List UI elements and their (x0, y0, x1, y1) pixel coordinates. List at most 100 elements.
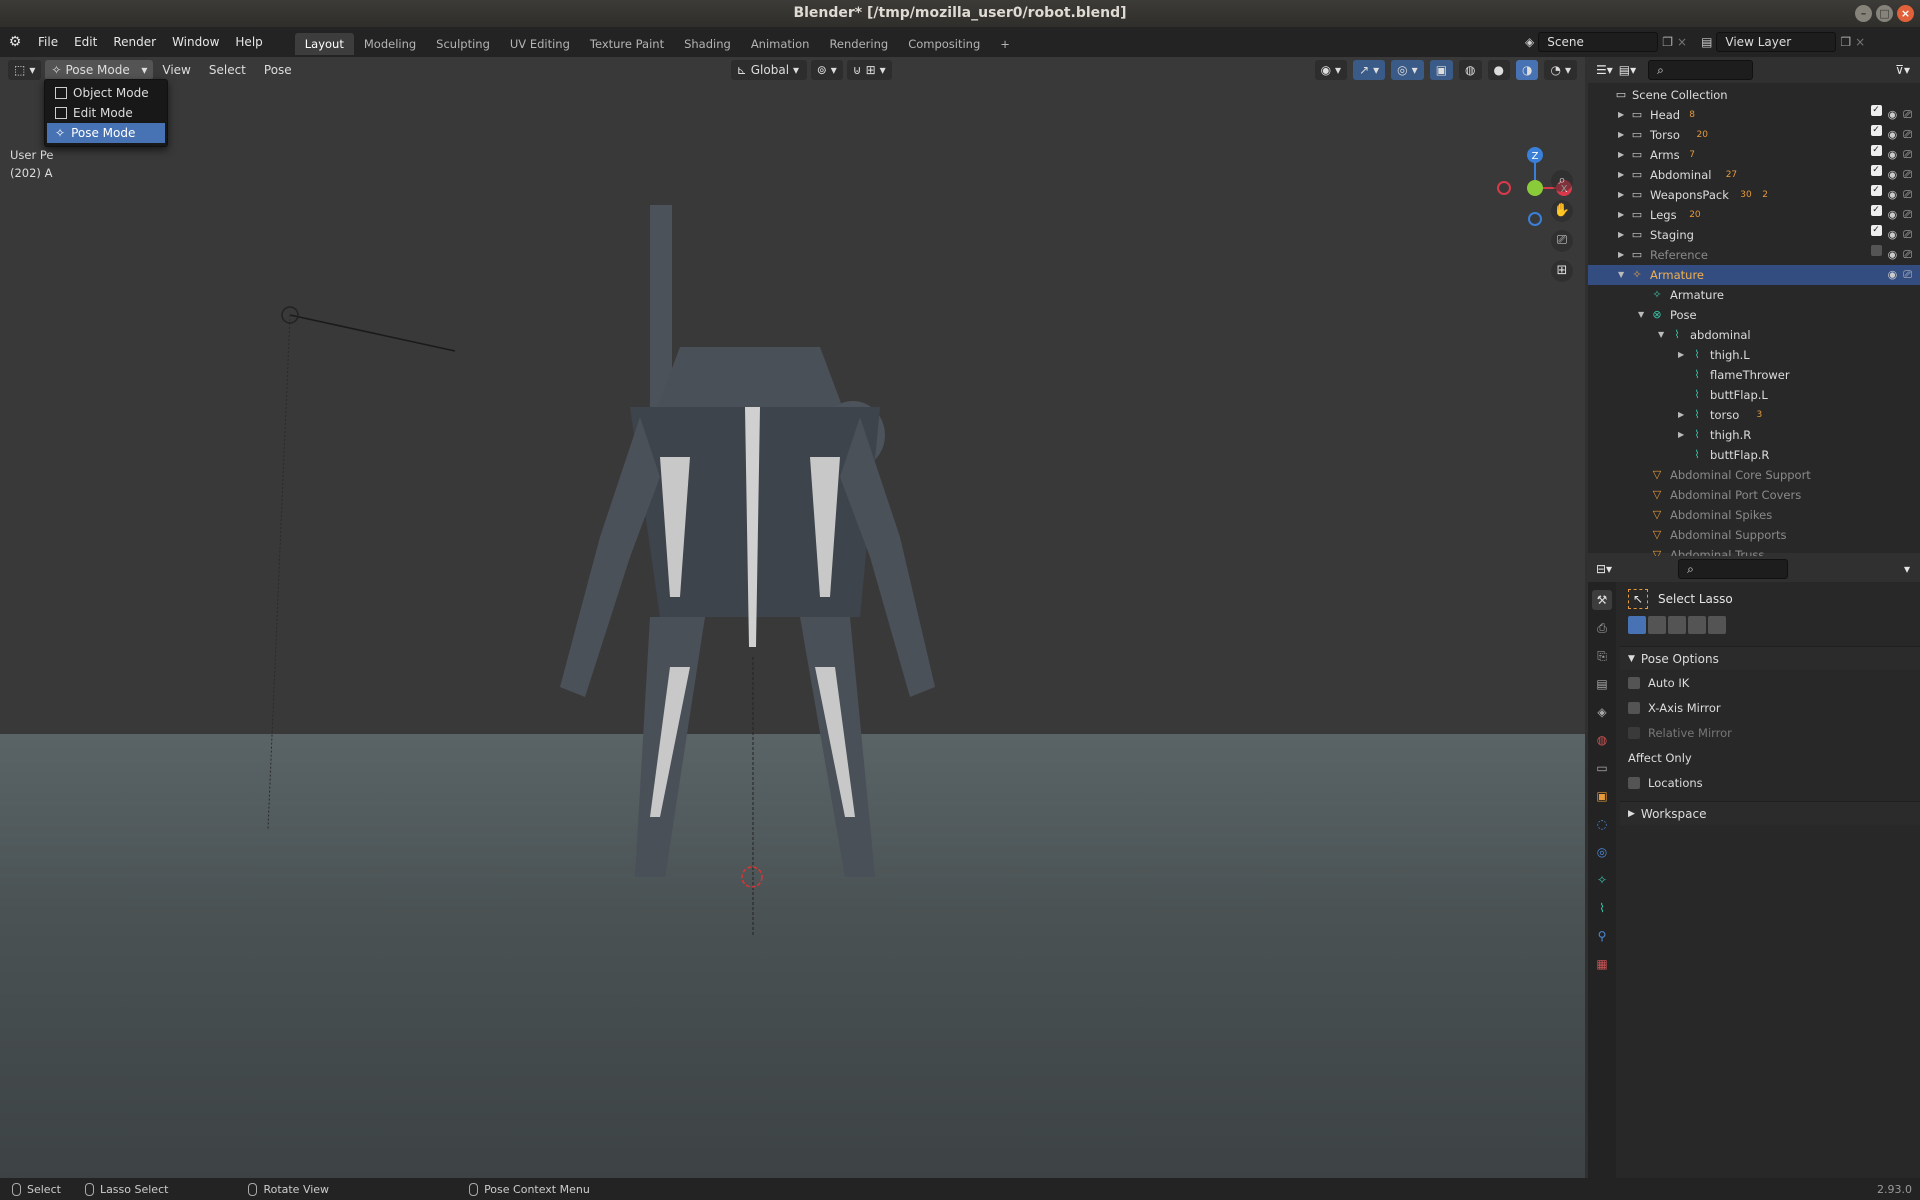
tab-shading[interactable]: Shading (674, 33, 741, 55)
exclude-checkbox[interactable]: ✓ (1870, 105, 1882, 116)
expand-right-icon[interactable]: ▶ (1678, 345, 1684, 365)
x-axis-mirror-row[interactable]: X-Axis Mirror (1620, 695, 1920, 720)
expand-right-icon[interactable]: ▶ (1618, 225, 1624, 245)
object-tab-icon[interactable]: ▣ (1592, 786, 1612, 806)
auto-ik-checkbox[interactable] (1628, 676, 1640, 689)
overlay-toggle[interactable]: ◎ ▾ (1391, 60, 1424, 80)
outliner-scene-collection[interactable]: ▭ Scene Collection (1588, 85, 1920, 105)
menu-select[interactable]: Select (200, 60, 255, 80)
outliner-row-abdominal-supports[interactable]: ▽ Abdominal Supports (1588, 525, 1920, 545)
xray-toggle[interactable]: ▣ (1429, 60, 1454, 80)
camera-icon[interactable]: ⎚ (1903, 245, 1912, 265)
menu-edit[interactable]: Edit (66, 32, 105, 52)
transform-orientation-dropdown[interactable]: ⊾ Global ▾ (730, 60, 807, 80)
menu-item-object-mode[interactable]: Object Mode (47, 83, 165, 103)
scene-selector[interactable]: Scene (1538, 32, 1659, 52)
outliner-row-buttflap-r[interactable]: ⌇ buttFlap.R (1588, 445, 1920, 465)
delete-scene-icon[interactable]: × (1677, 35, 1687, 49)
camera-icon[interactable]: ⎚ (1903, 165, 1912, 185)
menu-window[interactable]: Window (164, 32, 227, 52)
armature-data-tab-icon[interactable]: ✧ (1592, 870, 1612, 890)
output-tab-icon[interactable]: ⎘ (1592, 646, 1612, 666)
zoom-icon[interactable]: ⌕ (1551, 170, 1573, 192)
outliner-row-staging[interactable]: ▶ ▭ Staging ✓ ◉ ⎚ (1588, 225, 1920, 245)
menu-item-edit-mode[interactable]: Edit Mode (47, 103, 165, 123)
pivot-point-button[interactable]: ⊚ ▾ (810, 60, 843, 80)
exclude-checkbox[interactable]: ✓ (1870, 125, 1882, 136)
eye-icon[interactable]: ◉ (1888, 225, 1898, 245)
outliner-row-pose[interactable]: ▼ ⊗ Pose (1588, 305, 1920, 325)
exclude-checkbox[interactable]: ✓ (1870, 165, 1882, 176)
tool-tab-icon[interactable]: ⚒ (1592, 590, 1612, 610)
outliner-row-abdominal-spikes[interactable]: ▽ Abdominal Spikes (1588, 505, 1920, 525)
3d-viewport[interactable]: ⬚ ▾ ✧ Pose Mode ▾ View Select Pose ⊾ Glob… (0, 57, 1585, 1178)
outliner-editor-icon[interactable]: ☰▾ (1596, 63, 1613, 77)
tab-compositing[interactable]: Compositing (898, 33, 990, 55)
expand-right-icon[interactable]: ▶ (1678, 425, 1684, 445)
menu-view[interactable]: View (153, 60, 199, 80)
outliner-row-flamethrower[interactable]: ⌇ flameThrower (1588, 365, 1920, 385)
menu-render[interactable]: Render (105, 32, 164, 52)
tab-layout[interactable]: Layout (294, 33, 354, 55)
properties-search-input[interactable]: ⌕ (1678, 559, 1789, 579)
close-button[interactable]: × (1897, 5, 1914, 22)
blender-logo-icon[interactable]: ⚙ (0, 34, 30, 50)
physics-tab-icon[interactable]: ◎ (1592, 842, 1612, 862)
expand-right-icon[interactable]: ▶ (1618, 185, 1624, 205)
solid-shading[interactable]: ● (1487, 60, 1510, 80)
camera-icon[interactable]: ⎚ (1903, 105, 1912, 125)
auto-ik-row[interactable]: Auto IK (1620, 670, 1920, 695)
eye-icon[interactable]: ◉ (1888, 245, 1898, 265)
select-intersect-icon[interactable] (1708, 616, 1726, 634)
scene-icon[interactable]: ◈ (1525, 35, 1534, 49)
minimize-button[interactable]: – (1855, 5, 1872, 22)
camera-icon[interactable]: ⎚ (1903, 225, 1912, 245)
expand-right-icon[interactable]: ▶ (1618, 105, 1624, 125)
3d-cursor[interactable] (741, 866, 763, 888)
maximize-button[interactable]: □ (1876, 5, 1893, 22)
outliner-search-input[interactable]: ⌕ (1648, 60, 1754, 80)
display-mode-icon[interactable]: ▤▾ (1619, 63, 1636, 77)
tab-animation[interactable]: Animation (741, 33, 820, 55)
select-subtract-icon[interactable] (1668, 616, 1686, 634)
eye-icon[interactable]: ◉ (1888, 125, 1898, 145)
outliner-row-reference[interactable]: ▶ ▭ Reference ◉ ⎚ (1588, 245, 1920, 265)
tab-uv-editing[interactable]: UV Editing (500, 33, 580, 55)
texture-tab-icon[interactable]: ▦ (1592, 954, 1612, 974)
eye-icon[interactable]: ◉ (1888, 105, 1898, 125)
chevron-down-icon[interactable]: ▾ (1904, 562, 1910, 576)
camera-icon[interactable]: ⎚ (1903, 125, 1912, 145)
locations-row[interactable]: Locations (1620, 770, 1920, 795)
eye-icon[interactable]: ◉ (1888, 145, 1898, 165)
outliner-row-legs[interactable]: ▶ ▭ Legs 20 ✓ ◉ ⎚ (1588, 205, 1920, 225)
tab-sculpting[interactable]: Sculpting (426, 33, 500, 55)
visibility-button[interactable]: ◉ ▾ (1314, 60, 1348, 80)
exclude-checkbox[interactable] (1870, 245, 1882, 256)
exclude-checkbox[interactable]: ✓ (1870, 225, 1882, 236)
filter-icon[interactable]: ⊽▾ (1895, 63, 1910, 77)
camera-icon[interactable]: ⎚ (1903, 205, 1912, 225)
outliner-row-abdominal[interactable]: ▼ ⌇ abdominal (1588, 325, 1920, 345)
outliner-row-abdominal[interactable]: ▶ ▭ Abdominal 27 ✓ ◉ ⎚ (1588, 165, 1920, 185)
camera-icon[interactable]: ⎚ (1903, 265, 1912, 285)
view-layer-selector[interactable]: View Layer (1716, 32, 1837, 52)
expand-right-icon[interactable]: ▶ (1618, 165, 1624, 185)
outliner-row-abdominal-core-support[interactable]: ▽ Abdominal Core Support (1588, 465, 1920, 485)
collection-tab-icon[interactable]: ▭ (1592, 758, 1612, 778)
locations-checkbox[interactable] (1628, 776, 1640, 789)
select-set-icon[interactable] (1628, 616, 1646, 634)
mode-selector[interactable]: ✧ Pose Mode ▾ (45, 60, 154, 80)
menu-file[interactable]: File (30, 32, 66, 52)
view-layer-icon[interactable]: ▤ (1701, 35, 1712, 49)
eye-icon[interactable]: ◉ (1888, 205, 1898, 225)
outliner-row-thigh-r[interactable]: ▶ ⌇ thigh.R (1588, 425, 1920, 445)
outliner-panel[interactable]: ☰▾ ▤▾ ⌕ ⊽▾ ▭ Scene Collection ▶ ▭ Head 8 ✓ ◉ ⎚… (1588, 57, 1920, 562)
exclude-checkbox[interactable]: ✓ (1870, 145, 1882, 156)
scene-tab-icon[interactable]: ◈ (1592, 702, 1612, 722)
exclude-checkbox[interactable]: ✓ (1870, 205, 1882, 216)
outliner-row-arms[interactable]: ▶ ▭ Arms 7 ✓ ◉ ⎚ (1588, 145, 1920, 165)
menu-item-pose-mode[interactable]: ✧ Pose Mode (47, 123, 165, 143)
outliner-row-buttflap-l[interactable]: ⌇ buttFlap.L (1588, 385, 1920, 405)
editor-type-button[interactable]: ⬚ ▾ (8, 60, 42, 80)
expand-right-icon[interactable]: ▶ (1678, 405, 1684, 425)
